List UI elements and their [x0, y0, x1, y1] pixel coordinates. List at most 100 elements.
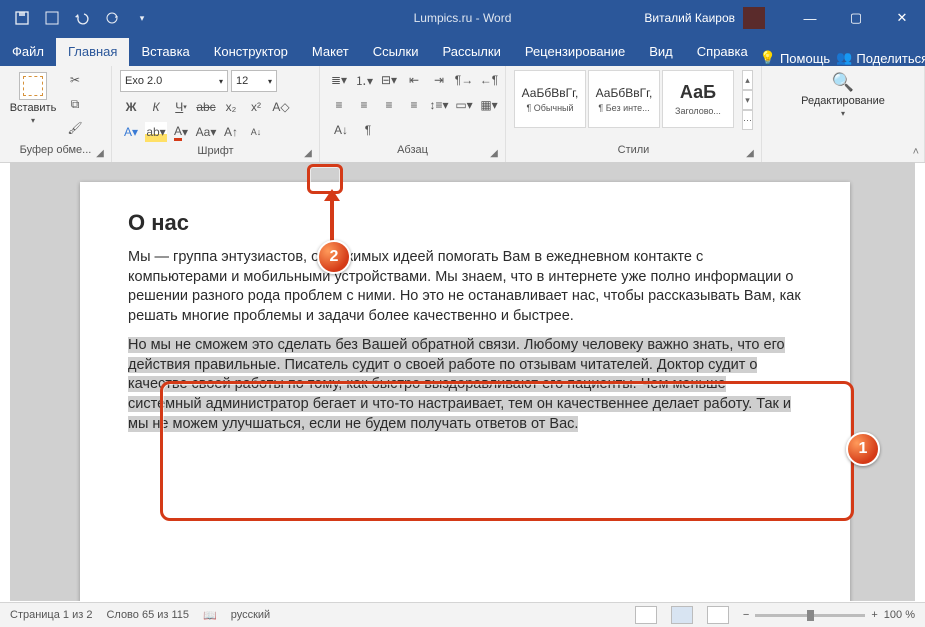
- group-editing: 🔍 Редактирование ▾: [762, 66, 925, 162]
- zoom-slider[interactable]: [755, 614, 865, 617]
- editing-button[interactable]: 🔍 Редактирование ▾: [796, 70, 890, 120]
- maximize-button[interactable]: ▢: [833, 0, 879, 36]
- format-painter-icon[interactable]: 🖌: [64, 118, 86, 138]
- justify-button[interactable]: ≡: [403, 95, 425, 115]
- cut-icon[interactable]: ✂: [64, 70, 86, 90]
- tab-design[interactable]: Конструктор: [202, 38, 300, 66]
- styles-launcher-icon[interactable]: ◢: [743, 146, 757, 160]
- increase-indent-button[interactable]: ⇥: [428, 70, 450, 90]
- status-words[interactable]: Слово 65 из 115: [106, 609, 189, 621]
- title-bar: ▾ Lumpics.ru - Word Виталий Каиров — ▢ ✕: [0, 0, 925, 36]
- group-clipboard: Вставить ▾ ✂ ⧉ 🖌 Буфер обме... ◢: [0, 66, 112, 162]
- tab-review[interactable]: Рецензирование: [513, 38, 637, 66]
- redo-icon[interactable]: [98, 4, 126, 32]
- decrease-indent-button[interactable]: ⇤: [403, 70, 425, 90]
- bold-button[interactable]: Ж: [120, 97, 142, 117]
- doc-paragraph-1: Мы — группа энтузиастов, одержимых идеей…: [128, 248, 802, 326]
- tab-layout[interactable]: Макет: [300, 38, 361, 66]
- group-label: Стили: [618, 144, 650, 156]
- tab-view[interactable]: Вид: [637, 38, 685, 66]
- subscript-button[interactable]: x₂: [220, 97, 242, 117]
- tab-insert[interactable]: Вставка: [129, 38, 201, 66]
- text-effects-button[interactable]: A▾: [120, 122, 142, 142]
- status-language[interactable]: русский: [231, 609, 270, 621]
- style-scroll[interactable]: ▴▾⋯: [742, 70, 753, 130]
- annotation-arrow-head: [324, 189, 340, 201]
- change-case-button[interactable]: Aa▾: [195, 122, 217, 142]
- annotation-badge-1: 1: [846, 432, 880, 466]
- font-size-combo[interactable]: 12▾: [231, 70, 277, 92]
- close-button[interactable]: ✕: [879, 0, 925, 36]
- underline-button[interactable]: Ч ▾: [170, 97, 192, 117]
- user-name: Виталий Каиров: [644, 11, 735, 25]
- view-read-icon[interactable]: [635, 606, 657, 624]
- spellcheck-icon[interactable]: 📖: [203, 609, 217, 622]
- multilevel-button[interactable]: ⊟▾: [378, 70, 400, 90]
- help-button[interactable]: 💡 Помощь: [760, 50, 830, 66]
- group-font: Exo 2.0▾ 12▾ Ж К Ч ▾ abc x₂ x² A◇ A▾ ab▾…: [112, 66, 320, 162]
- style-heading1[interactable]: АаБЗаголово...: [662, 70, 734, 128]
- align-left-button[interactable]: ≡: [328, 95, 350, 115]
- collapse-ribbon-icon[interactable]: ˄: [913, 146, 919, 158]
- strike-button[interactable]: abc: [195, 97, 217, 117]
- paste-button[interactable]: Вставить ▾: [8, 70, 58, 127]
- style-gallery[interactable]: АаБбВвГг,¶ Обычный АаБбВвГг,¶ Без инте..…: [514, 70, 734, 128]
- sort-button[interactable]: A↓: [328, 120, 354, 140]
- status-bar: Страница 1 из 2 Слово 65 из 115 📖 русски…: [0, 602, 925, 627]
- rtl-button[interactable]: ←¶: [478, 70, 500, 90]
- grow-font-button[interactable]: A↑: [220, 122, 242, 142]
- clipboard-launcher-icon[interactable]: ◢: [93, 146, 107, 160]
- font-name-combo[interactable]: Exo 2.0▾: [120, 70, 228, 92]
- annotation-badge-2: 2: [317, 240, 351, 274]
- status-page[interactable]: Страница 1 из 2: [10, 609, 92, 621]
- line-spacing-button[interactable]: ↕≡▾: [428, 95, 450, 115]
- font-launcher-icon[interactable]: ◢: [301, 146, 315, 160]
- ltr-button[interactable]: ¶→: [453, 70, 475, 90]
- copy-icon[interactable]: ⧉: [64, 94, 86, 114]
- group-label: Шрифт: [197, 145, 233, 157]
- save-icon[interactable]: [38, 4, 66, 32]
- tab-help[interactable]: Справка: [685, 38, 760, 66]
- account-area[interactable]: Виталий Каиров: [644, 7, 765, 29]
- view-print-icon[interactable]: [671, 606, 693, 624]
- style-normal[interactable]: АаБбВвГг,¶ Обычный: [514, 70, 586, 128]
- zoom-control[interactable]: − + 100 %: [743, 609, 915, 621]
- highlight-button[interactable]: ab▾: [145, 122, 167, 142]
- minimize-button[interactable]: —: [787, 0, 833, 36]
- group-paragraph: ≣▾ ⒈▾ ⊟▾ ⇤ ⇥ ¶→ ←¶ ≡ ≡ ≡ ≡ ↕≡▾ ▭▾ ▦▾: [320, 66, 506, 162]
- window-title: Lumpics.ru - Word: [414, 11, 512, 25]
- shrink-font-button[interactable]: A↓: [245, 122, 267, 142]
- superscript-button[interactable]: x²: [245, 97, 267, 117]
- bullets-button[interactable]: ≣▾: [328, 70, 350, 90]
- paragraph-launcher-icon[interactable]: ◢: [487, 146, 501, 160]
- qat-more-icon[interactable]: ▾: [128, 4, 156, 32]
- clear-format-icon[interactable]: A◇: [270, 97, 292, 117]
- align-right-button[interactable]: ≡: [378, 95, 400, 115]
- font-color-button[interactable]: A▾: [170, 122, 192, 142]
- style-nospacing[interactable]: АаБбВвГг,¶ Без инте...: [588, 70, 660, 128]
- ribbon: Вставить ▾ ✂ ⧉ 🖌 Буфер обме... ◢ Exo 2.0…: [0, 66, 925, 163]
- shading-button[interactable]: ▭▾: [453, 95, 475, 115]
- tab-references[interactable]: Ссылки: [361, 38, 431, 66]
- tab-file[interactable]: Файл: [0, 38, 56, 66]
- show-marks-button[interactable]: ¶: [357, 120, 379, 140]
- undo-icon[interactable]: [68, 4, 96, 32]
- share-button[interactable]: 👥 Поделиться: [836, 50, 925, 66]
- align-center-button[interactable]: ≡: [353, 95, 375, 115]
- group-label: Абзац: [397, 144, 428, 156]
- zoom-out-icon[interactable]: −: [743, 609, 749, 621]
- italic-button[interactable]: К: [145, 97, 167, 117]
- numbering-button[interactable]: ⒈▾: [353, 70, 375, 90]
- tab-mailings[interactable]: Рассылки: [430, 38, 512, 66]
- zoom-value[interactable]: 100 %: [884, 609, 915, 621]
- zoom-in-icon[interactable]: +: [871, 609, 877, 621]
- borders-button[interactable]: ▦▾: [478, 95, 500, 115]
- tab-home[interactable]: Главная: [56, 38, 129, 66]
- autosave-icon[interactable]: [8, 4, 36, 32]
- avatar: [743, 7, 765, 29]
- group-label: Буфер обме...: [20, 144, 92, 156]
- clipboard-icon: [19, 72, 47, 100]
- annotation-box-1: [160, 381, 854, 521]
- doc-heading: О нас: [128, 210, 802, 236]
- view-web-icon[interactable]: [707, 606, 729, 624]
